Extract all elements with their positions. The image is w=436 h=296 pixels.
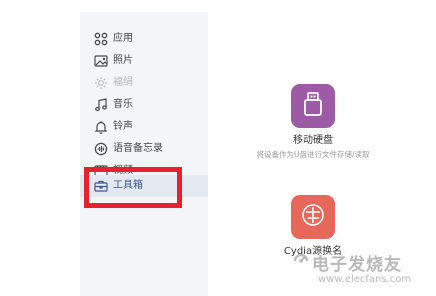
sidebar-item-ringtones[interactable]: 铃声: [80, 116, 208, 138]
sidebar: 应用 照片 福绢 音乐 铃声 语音备忘录 视频 工具箱: [80, 12, 208, 296]
sidebar-item-label: 音乐: [113, 99, 133, 110]
sidebar-item-label: 铃声: [113, 121, 133, 132]
sidebar-item-label: 工具箱: [113, 180, 143, 191]
sidebar-item-label: 应用: [113, 33, 133, 44]
usb-drive-tile[interactable]: [291, 84, 335, 128]
tool-title: 移动硬盘: [293, 135, 333, 146]
sidebar-item-voice-memos[interactable]: 语音备忘录: [80, 138, 208, 160]
toolbox-icon: [94, 179, 108, 193]
tool-title: Cydia源换名: [283, 246, 343, 257]
sidebar-item-disabled[interactable]: 福绢: [80, 72, 208, 94]
tool-cydia[interactable]: Cydia源换名: [253, 195, 373, 258]
music-note-icon: [94, 98, 108, 112]
gear-icon: [94, 76, 108, 90]
voice-memo-icon: [94, 142, 108, 156]
sidebar-item-label: 语音备忘录: [113, 143, 163, 154]
sidebar-item-label: 福绢: [113, 77, 133, 88]
sidebar-item-apps[interactable]: 应用: [80, 28, 208, 50]
sidebar-item-toolbox[interactable]: 工具箱: [80, 175, 208, 197]
apps-grid-icon: [94, 32, 108, 46]
usb-drive-icon: [302, 91, 324, 121]
sidebar-item-label: 照片: [113, 55, 133, 66]
tool-usb-drive[interactable]: 移动硬盘 将设备作为U盘进行文件存储/读取: [253, 84, 373, 160]
cydia-icon: [300, 202, 326, 232]
sidebar-item-photos[interactable]: 照片: [80, 50, 208, 72]
bell-icon: [94, 120, 108, 134]
tool-description: 将设备作为U盘进行文件存储/读取: [256, 150, 370, 159]
cydia-tile[interactable]: [291, 195, 335, 239]
sidebar-item-music[interactable]: 音乐: [80, 94, 208, 116]
watermark-url: www.elecfans.com: [318, 274, 412, 285]
photo-icon: [94, 54, 108, 68]
